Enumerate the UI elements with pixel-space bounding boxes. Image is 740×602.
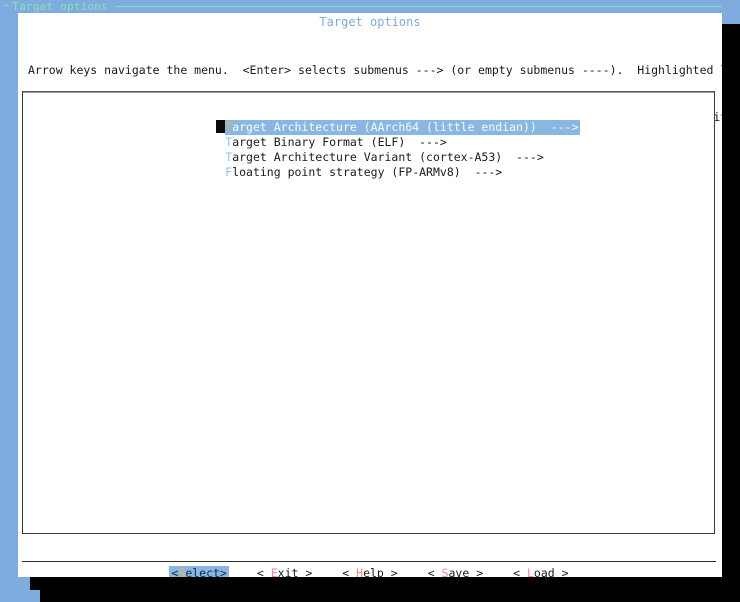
menu-item-floating-point-strategy[interactable]: Floating point strategy (FP-ARMv8) --->: [147, 150, 707, 179]
exit-button-prefix: <: [256, 566, 271, 577]
help-line: Arrow keys navigate the menu. <Enter> se…: [28, 63, 722, 77]
menu-item-label: loating point strategy (FP-ARMv8) --->: [232, 165, 503, 179]
exit-button-label: xit >: [277, 566, 313, 577]
dialog-title: Target options: [319, 15, 421, 29]
save-button[interactable]: < Save >: [426, 566, 485, 577]
load-button-hotkey: L: [526, 566, 534, 577]
select-button-label: elect>: [185, 566, 227, 577]
window-title: Target options: [12, 0, 108, 13]
menu-item-target-architecture-variant[interactable]: Target Architecture Variant (cortex-A53)…: [147, 135, 707, 164]
menu-list: Target Architecture (AArch64 (little end…: [147, 105, 707, 179]
bottom-shadow-band: [40, 590, 740, 602]
terminal-screen: → Target options Target options Arrow ke…: [0, 0, 740, 602]
button-bar: <Select> < Exit > < Help > < Save > < Lo…: [18, 566, 722, 577]
menu-item-target-architecture[interactable]: Target Architecture (AArch64 (little end…: [147, 105, 707, 135]
target-options-dialog: Target options Arrow keys navigate the m…: [18, 13, 722, 577]
help-button[interactable]: < Help >: [340, 566, 399, 577]
help-button-label: elp >: [363, 566, 398, 577]
save-button-prefix: <: [427, 566, 442, 577]
load-button[interactable]: < Load >: [511, 566, 570, 577]
button-bar-separator: [22, 561, 716, 562]
exit-button-hotkey: E: [270, 566, 278, 577]
save-button-label: ave >: [448, 566, 484, 577]
menu-item-text: Floating point strategy (FP-ARMv8) --->: [225, 165, 502, 180]
load-button-prefix: <: [513, 566, 527, 577]
select-button[interactable]: <Select>: [169, 566, 229, 577]
window-title-bar: → Target options: [0, 0, 740, 13]
help-button-prefix: <: [342, 566, 357, 577]
menu-frame: Target Architecture (AArch64 (little end…: [22, 91, 715, 534]
load-button-label: oad >: [533, 566, 569, 577]
cursor-block: [216, 165, 225, 178]
window-title-rule: [114, 6, 722, 7]
exit-button[interactable]: < Exit >: [255, 566, 314, 577]
save-button-hotkey: S: [441, 566, 449, 577]
menu-item-target-binary-format[interactable]: Target Binary Format (ELF) --->: [147, 120, 707, 149]
right-arrow-icon: →: [3, 1, 9, 11]
